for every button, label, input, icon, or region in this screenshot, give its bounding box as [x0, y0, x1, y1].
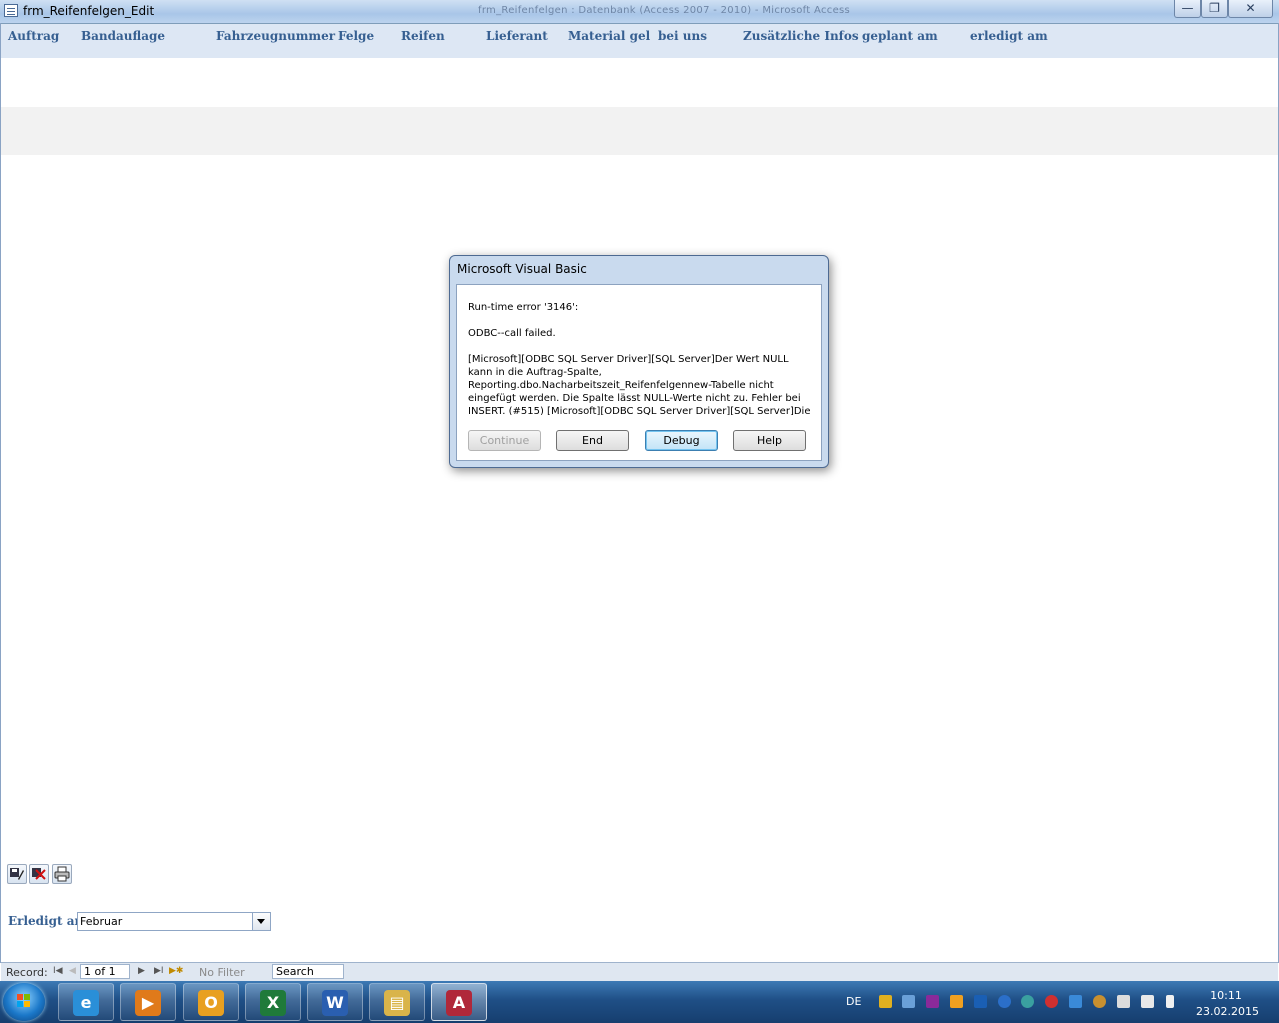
- taskbar-word-button[interactable]: W: [307, 983, 363, 1021]
- first-record-icon[interactable]: I◀: [53, 966, 63, 976]
- last-record-icon[interactable]: ▶I: [154, 966, 164, 976]
- chevron-down-icon[interactable]: [252, 913, 270, 930]
- outlook-icon: O: [198, 990, 224, 1016]
- vba-error-dialog: Microsoft Visual Basic Run-time error '3…: [449, 255, 829, 468]
- delete-button[interactable]: [29, 864, 49, 884]
- taskbar-outlook-button[interactable]: O: [183, 983, 239, 1021]
- column-header-reifen: Reifen: [401, 29, 445, 43]
- media-icon: ▶: [135, 990, 161, 1016]
- dialog-body: Run-time error '3146': ODBC--call failed…: [456, 284, 822, 461]
- app-title: frm_Reifenfelgen : Datenbank (Access 200…: [478, 5, 851, 16]
- taskbar-media-button[interactable]: ▶: [120, 983, 176, 1021]
- column-header-material-gel: Material gel: [568, 29, 651, 43]
- sync-icon[interactable]: [998, 995, 1011, 1008]
- printer-icon: [54, 866, 70, 882]
- new-record-icon[interactable]: ▶✱: [169, 966, 183, 976]
- window-title: frm_Reifenfelgen_Edit: [23, 4, 155, 18]
- record-navigation-bar: Record: I◀ ◀ 1 of 1 ▶ ▶I ▶✱ No Filter Se…: [1, 962, 1278, 982]
- print-button[interactable]: [52, 864, 72, 884]
- column-header-bandauflage: Bandauflage: [81, 29, 166, 43]
- debug-button[interactable]: Debug: [645, 430, 718, 451]
- access-icon: A: [446, 990, 472, 1016]
- form-header: Auftrag Bandauflage Fahrzeugnummer Felge…: [1, 24, 1278, 58]
- end-button[interactable]: End: [556, 430, 629, 451]
- save-edit-icon: [10, 868, 24, 880]
- restore-button[interactable]: ❐: [1201, 0, 1228, 18]
- language-indicator[interactable]: DE: [846, 995, 861, 1008]
- column-header-bei-uns: bei uns: [658, 29, 707, 43]
- no-filter-toggle[interactable]: No Filter: [199, 966, 245, 979]
- error-summary: ODBC--call failed.: [468, 328, 556, 339]
- close-icon: ✕: [1245, 1, 1256, 15]
- taskbar-excel-button[interactable]: X: [245, 983, 301, 1021]
- excel-icon: X: [260, 990, 286, 1016]
- error-code: Run-time error '3146':: [468, 302, 579, 313]
- previous-record-icon[interactable]: ◀: [69, 966, 76, 976]
- outlook-tray-icon[interactable]: [950, 995, 963, 1008]
- window-frame-left: [0, 23, 1, 963]
- antivirus-icon[interactable]: [1045, 995, 1058, 1008]
- continue-button[interactable]: Continue: [468, 430, 541, 451]
- network-drive-icon[interactable]: [902, 995, 915, 1008]
- taskbar-ie-button[interactable]: e: [58, 983, 114, 1021]
- restore-icon: ❐: [1209, 1, 1220, 15]
- column-header-geplant-am: geplant am: [862, 29, 938, 43]
- column-header-erledigt-am: erledigt am: [970, 29, 1048, 43]
- help-button[interactable]: Help: [733, 430, 806, 451]
- column-header-zusaetzliche-infos: Zusätzliche Infos: [743, 29, 859, 43]
- dialog-title: Microsoft Visual Basic: [457, 262, 587, 276]
- shield-icon[interactable]: [879, 995, 892, 1008]
- column-header-lieferant: Lieferant: [486, 29, 548, 43]
- detail-row-alternate: [1, 107, 1278, 155]
- error-details: [Microsoft][ODBC SQL Server Driver][SQL …: [468, 354, 811, 415]
- volume-icon[interactable]: [1166, 995, 1174, 1008]
- title-bar: frm_Reifenfelgen_Edit frm_Reifenfelgen :…: [0, 0, 1279, 24]
- minimize-icon: —: [1181, 1, 1194, 15]
- usb-icon[interactable]: [1117, 995, 1130, 1008]
- monitor-icon[interactable]: [1141, 995, 1154, 1008]
- erledigt-am-value: Februar: [80, 915, 123, 928]
- bluetooth-icon[interactable]: [974, 995, 987, 1008]
- word-icon: W: [322, 990, 348, 1016]
- cloud-icon[interactable]: [1093, 995, 1106, 1008]
- clock-date[interactable]: 23.02.2015: [1196, 1005, 1259, 1018]
- device-icon[interactable]: [1069, 995, 1082, 1008]
- column-header-auftrag: Auftrag: [8, 29, 60, 43]
- globe-icon[interactable]: [1021, 995, 1034, 1008]
- next-record-icon[interactable]: ▶: [138, 966, 145, 976]
- column-header-fahrzeugnummer: Fahrzeugnummer: [216, 29, 336, 43]
- column-header-felge: Felge: [338, 29, 375, 43]
- current-record-input[interactable]: 1 of 1: [80, 964, 130, 979]
- form-icon: [4, 4, 18, 17]
- search-input[interactable]: Search: [272, 964, 344, 979]
- save-edit-button[interactable]: [7, 864, 27, 884]
- erledigt-am-label: Erledigt am: [8, 914, 88, 928]
- clock-time[interactable]: 10:11: [1196, 989, 1256, 1002]
- ie-icon: e: [73, 990, 99, 1016]
- explorer-icon: ▤: [384, 990, 410, 1016]
- record-label: Record:: [6, 966, 48, 979]
- onenote-icon[interactable]: [926, 995, 939, 1008]
- taskbar-access-button[interactable]: A: [431, 983, 487, 1021]
- windows-logo-icon: [17, 994, 30, 1007]
- close-button[interactable]: ✕: [1228, 0, 1273, 18]
- delete-icon: [32, 868, 46, 880]
- taskbar: DE 10:11 23.02.2015 e ▶ O X W ▤ A: [0, 981, 1279, 1023]
- taskbar-explorer-button[interactable]: ▤: [369, 983, 425, 1021]
- start-button[interactable]: [3, 983, 45, 1021]
- minimize-button[interactable]: —: [1174, 0, 1201, 18]
- erledigt-am-combobox[interactable]: Februar: [77, 912, 271, 931]
